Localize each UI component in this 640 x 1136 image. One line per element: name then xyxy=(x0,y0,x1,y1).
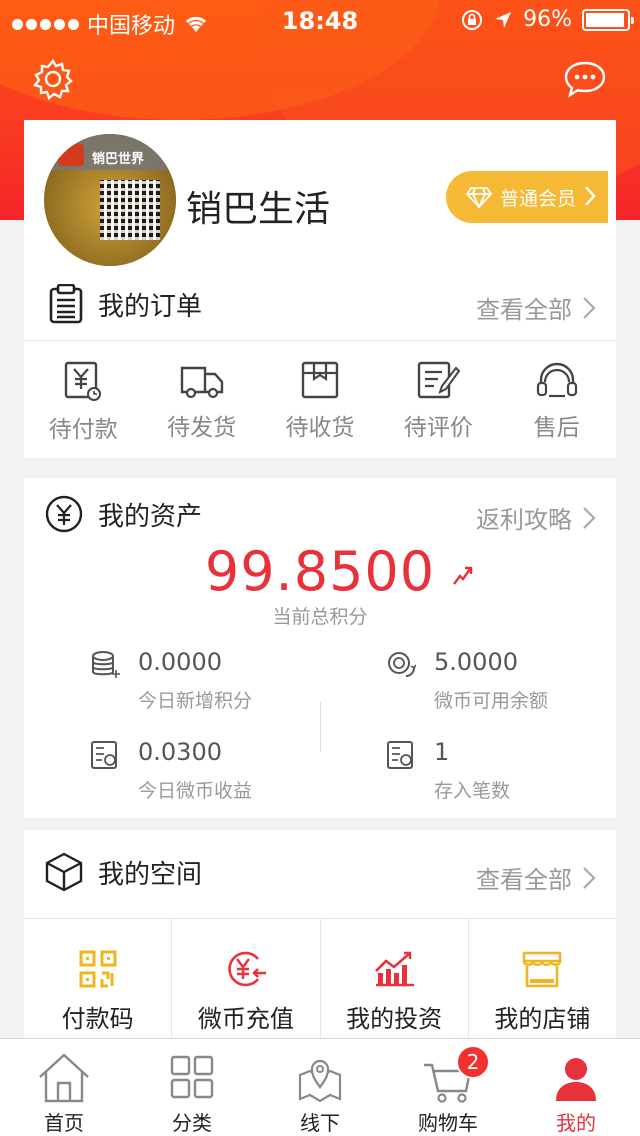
payment-code-shortcut[interactable]: 付款码 xyxy=(24,919,173,1040)
assets-card: 我的资产 返利攻略 99.8500 当前总积分 0.0000 今日新增积分 5.… xyxy=(24,478,616,818)
my-store-shortcut[interactable]: 我的店铺 xyxy=(469,919,616,1040)
orders-view-all-link[interactable]: 查看全部 xyxy=(476,290,596,325)
user-name: 销巴生活 xyxy=(186,189,331,230)
chevron-right-icon xyxy=(583,506,596,529)
tab-cart[interactable]: 2 购物车 xyxy=(384,1039,512,1136)
space-section-title: 我的空间 xyxy=(44,852,202,892)
chat-bubble-icon[interactable] xyxy=(564,58,606,100)
stat-deposit-count: 1 存入笔数 xyxy=(386,738,606,808)
space-title: 我的空间 xyxy=(98,859,203,890)
order-awaiting-review[interactable]: 待评价 xyxy=(379,360,497,444)
review-icon xyxy=(418,361,461,399)
bottom-tab-bar: 首页 分类 线下 2 购物车 我的 xyxy=(0,1038,640,1136)
gear-icon[interactable] xyxy=(32,58,74,100)
assets-title: 我的资产 xyxy=(98,501,203,532)
package-icon xyxy=(301,361,339,399)
tab-offline[interactable]: 线下 xyxy=(256,1039,384,1136)
coin-stack-icon xyxy=(92,651,120,678)
store-icon xyxy=(523,951,562,988)
truck-icon xyxy=(180,366,223,399)
cube-icon xyxy=(45,852,83,892)
diamond-icon xyxy=(466,187,492,208)
rebate-guide-link[interactable]: 返利攻略 xyxy=(476,500,596,535)
qr-code-icon xyxy=(79,950,117,988)
avatar-brand-text: 销巴世界 xyxy=(92,152,145,167)
total-points-label: 当前总积分 xyxy=(272,606,368,628)
yen-circle-icon xyxy=(45,495,83,533)
home-icon xyxy=(39,1053,89,1103)
pending-payment-icon xyxy=(64,361,102,401)
battery-percent: 96% xyxy=(523,7,572,32)
chevron-right-icon xyxy=(585,186,596,206)
chevron-right-icon xyxy=(583,296,596,319)
tab-categories[interactable]: 分类 xyxy=(128,1039,256,1136)
order-pending-payment[interactable]: 待付款 xyxy=(24,360,142,444)
space-card: 我的空间 查看全部 付款码 微币充值 我的投资 我的店铺 xyxy=(24,830,616,1040)
membership-badge-button[interactable]: 普通会员 xyxy=(446,171,608,223)
headset-icon xyxy=(536,362,577,398)
investment-chart-icon xyxy=(375,951,415,987)
stat-coin-balance: 5.0000 微币可用余额 xyxy=(386,648,606,718)
space-view-all-link[interactable]: 查看全部 xyxy=(476,860,596,895)
membership-label: 普通会员 xyxy=(500,187,577,210)
coin-recharge-shortcut[interactable]: 微币充值 xyxy=(172,919,321,1040)
order-status-row: 待付款 待发货 待收货 待评价 售后 xyxy=(24,360,616,444)
stat-today-new-points: 0.0000 今日新增积分 xyxy=(90,648,310,718)
chevron-right-icon xyxy=(583,866,596,889)
orders-title: 我的订单 xyxy=(98,291,203,322)
rotation-lock-icon xyxy=(462,9,483,30)
total-points-value: 99.8500 xyxy=(204,540,436,603)
map-pin-icon xyxy=(298,1059,342,1103)
order-after-sales[interactable]: 售后 xyxy=(498,360,616,444)
brand-logo xyxy=(58,144,84,166)
coin-refresh-icon xyxy=(388,652,416,677)
grid-icon xyxy=(170,1055,214,1099)
tab-home[interactable]: 首页 xyxy=(0,1039,128,1136)
stat-today-coin-earnings: 0.0300 今日微币收益 xyxy=(90,738,310,808)
location-arrow-icon xyxy=(495,11,512,28)
battery-icon xyxy=(582,8,634,31)
trend-up-icon xyxy=(453,566,473,585)
ledger-icon xyxy=(91,741,117,769)
profile-card: 销巴世界 销巴生活 普通会员 我的订单 查看全部 待付款 待发货 待收货 待评价 xyxy=(24,120,616,458)
avatar[interactable]: 销巴世界 xyxy=(44,134,176,266)
order-awaiting-receipt[interactable]: 待收货 xyxy=(261,360,379,444)
coin-recharge-icon xyxy=(228,951,266,987)
person-icon xyxy=(556,1058,596,1101)
tab-me[interactable]: 我的 xyxy=(512,1039,640,1136)
assets-section-title: 我的资产 xyxy=(44,494,202,534)
order-awaiting-shipment[interactable]: 待发货 xyxy=(142,360,260,444)
cart-badge: 2 xyxy=(456,1045,490,1079)
clipboard-icon xyxy=(49,284,83,324)
space-shortcuts: 付款码 微币充值 我的投资 我的店铺 xyxy=(24,918,616,1040)
deposit-record-icon xyxy=(387,741,413,769)
orders-section-title: 我的订单 xyxy=(48,284,202,324)
my-investment-shortcut[interactable]: 我的投资 xyxy=(321,919,469,1040)
status-bar: 中国移动 18:48 96% xyxy=(0,0,640,40)
